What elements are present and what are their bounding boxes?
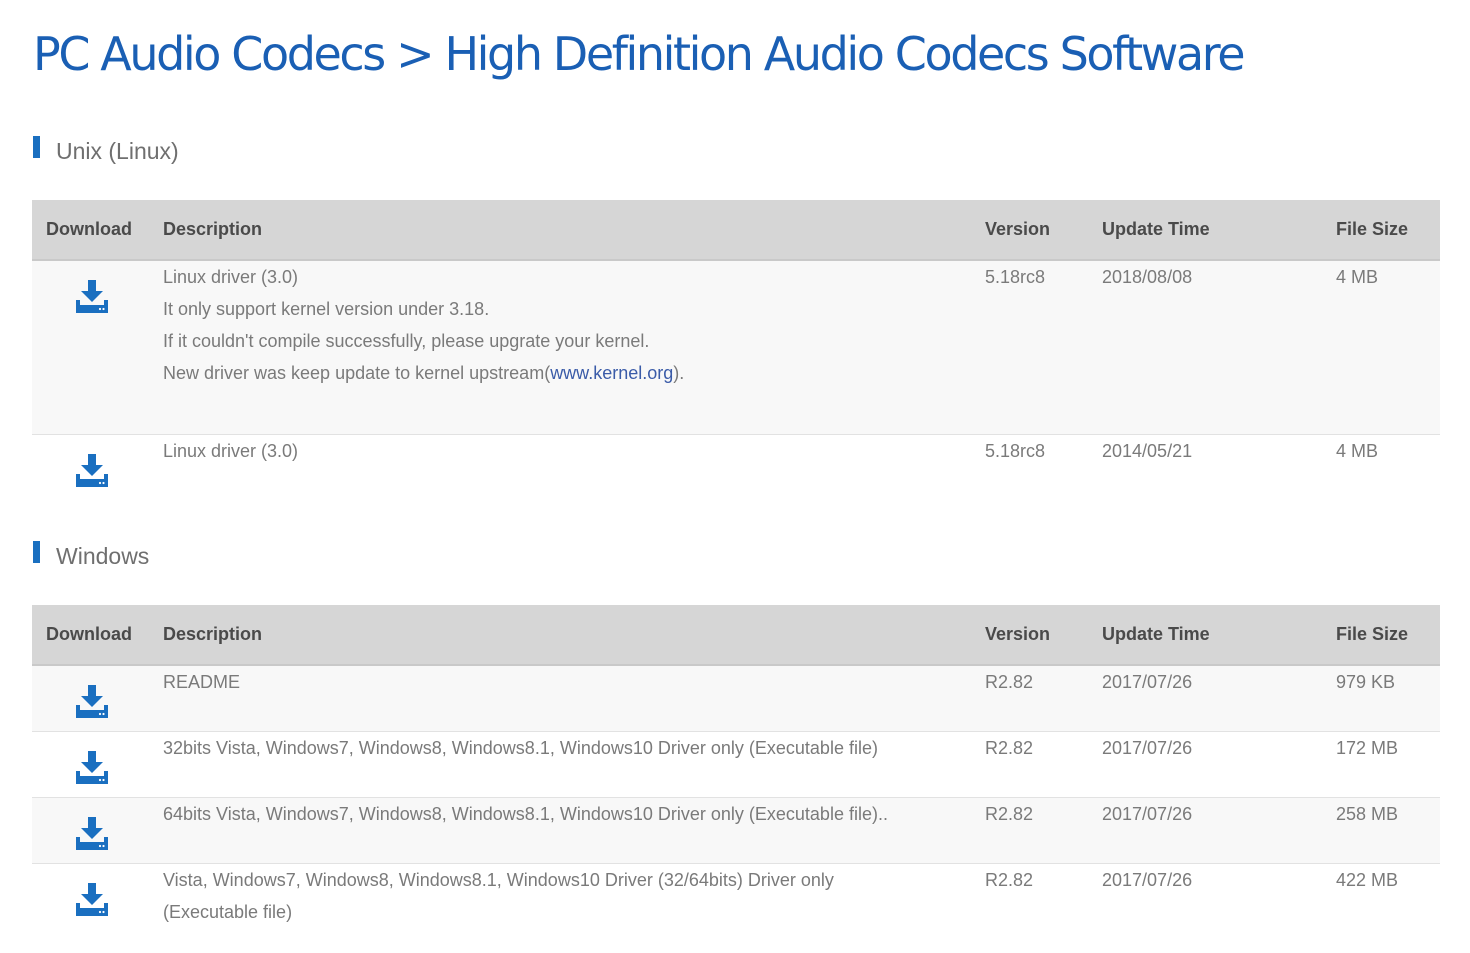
section-heading-linux: Unix (Linux) (33, 136, 179, 166)
description-line: 64bits Vista, Windows7, Windows8, Window… (163, 803, 888, 824)
header-file-size: File Size (1336, 605, 1440, 666)
version-cell: R2.82 (985, 731, 1102, 798)
header-version: Version (985, 200, 1102, 261)
update-time-cell: 2017/07/26 (1102, 797, 1336, 864)
table-row: README R2.82 2017/07/26 979 KB (32, 665, 1440, 732)
description-line: If it couldn't compile successfully, ple… (163, 331, 650, 351)
header-update-time: Update Time (1102, 605, 1336, 666)
file-size-cell: 4 MB (1336, 440, 1379, 461)
update-time-cell: 2017/07/26 (1102, 869, 1193, 890)
download-cell (32, 863, 163, 947)
table-row: 64bits Vista, Windows7, Windows8, Window… (32, 797, 1440, 864)
download-cell (32, 665, 163, 732)
description-line: Linux driver (3.0) (163, 440, 299, 461)
description-text: ). (673, 363, 685, 383)
description-line: It only support kernel version under 3.1… (163, 299, 490, 319)
table-header-row: Download Description Version Update Time… (32, 200, 1440, 261)
download-cell (32, 731, 163, 798)
header-file-size: File Size (1336, 200, 1440, 261)
windows-downloads-table: Download Description Version Update Time… (32, 605, 1440, 947)
description-line: Vista, Windows7, Windows8, Windows8.1, W… (163, 869, 834, 890)
file-size-cell: 172 MB (1336, 731, 1440, 798)
description-line: New driver was keep update to kernel ups… (163, 357, 985, 389)
update-time-cell: 2017/07/26 (1102, 731, 1336, 798)
table-header-row: Download Description Version Update Time… (32, 605, 1440, 666)
description-cell: README (163, 665, 985, 732)
description-cell: Linux driver (3.0) (163, 434, 985, 498)
description-line: Linux driver (3.0) (163, 267, 299, 287)
file-size-cell: 258 MB (1336, 797, 1440, 864)
update-time-cell: 2017/07/26 (1102, 665, 1336, 732)
section-heading-windows: Windows (33, 541, 149, 571)
description-cell: Vista, Windows7, Windows8, Windows8.1, W… (163, 863, 985, 947)
description-cell: 32bits Vista, Windows7, Windows8, Window… (163, 731, 985, 798)
header-update-time: Update Time (1102, 200, 1336, 261)
description-text: New driver was keep update to kernel ups… (163, 363, 551, 383)
version-cell: 5.18rc8 (985, 260, 1102, 435)
version-cell: R2.82 (985, 797, 1102, 864)
version-cell: 5.18rc8 (985, 440, 1046, 461)
version-cell: R2.82 (985, 869, 1034, 890)
kernel-org-link[interactable]: www.kernel.org (550, 363, 673, 383)
download-icon[interactable] (73, 881, 111, 917)
download-cell (32, 797, 163, 864)
download-icon[interactable] (73, 452, 111, 488)
table-row: Vista, Windows7, Windows8, Windows8.1, W… (32, 863, 1440, 947)
file-size-cell: 979 KB (1336, 665, 1440, 732)
description-line: 32bits Vista, Windows7, Windows8, Window… (163, 737, 878, 758)
download-icon[interactable] (73, 749, 111, 785)
page-title: PC Audio Codecs > High Definition Audio … (33, 27, 1246, 81)
table-row: Linux driver (3.0) It only support kerne… (32, 260, 1440, 435)
update-time-cell: 2018/08/08 (1102, 260, 1336, 435)
header-download: Download (32, 605, 163, 666)
version-cell: R2.82 (985, 665, 1102, 732)
description-cell: Linux driver (3.0) It only support kerne… (163, 260, 985, 435)
table-row: 32bits Vista, Windows7, Windows8, Window… (32, 731, 1440, 798)
header-description: Description (163, 200, 985, 261)
download-cell (32, 434, 163, 498)
header-version: Version (985, 605, 1102, 666)
download-icon[interactable] (73, 278, 111, 314)
file-size-cell: 4 MB (1336, 260, 1440, 435)
description-cell: 64bits Vista, Windows7, Windows8, Window… (163, 797, 985, 864)
description-line: README (163, 672, 241, 692)
header-description: Description (163, 605, 985, 666)
table-row: Linux driver (3.0) 5.18rc8 2014/05/21 4 … (32, 434, 1440, 498)
header-download: Download (32, 200, 163, 261)
download-cell (32, 260, 163, 435)
description-line: (Executable file) (163, 901, 293, 922)
update-time-cell: 2014/05/21 (1102, 440, 1193, 461)
file-size-cell: 422 MB (1336, 869, 1399, 890)
linux-downloads-table: Download Description Version Update Time… (32, 200, 1440, 498)
download-icon[interactable] (73, 815, 111, 851)
download-icon[interactable] (73, 683, 111, 719)
